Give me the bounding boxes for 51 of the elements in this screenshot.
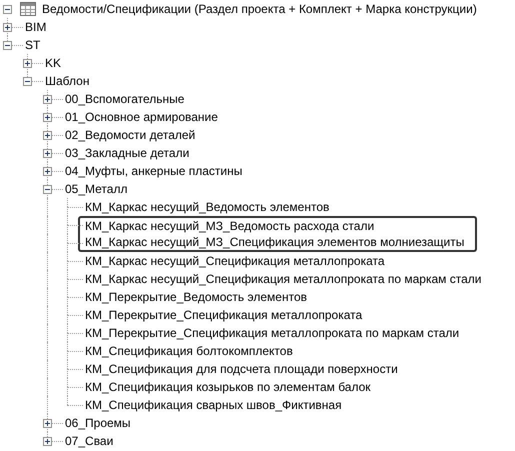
expand-toggle[interactable] (23, 77, 32, 86)
plus-icon (44, 438, 51, 445)
expand-toggle[interactable] (43, 149, 52, 158)
expand-toggle[interactable] (43, 437, 52, 446)
tree-item[interactable]: 01_Основное армирование (63, 108, 218, 126)
expand-toggle[interactable] (43, 185, 52, 194)
tree-item[interactable]: 03_Закладные детали (63, 144, 190, 162)
expand-toggle[interactable] (43, 131, 52, 140)
tree-item[interactable]: 07_Сваи (63, 432, 114, 450)
plus-icon (44, 420, 51, 427)
tree-item[interactable]: 04_Муфты, анкерные пластины (63, 162, 242, 180)
expand-toggle[interactable] (43, 419, 52, 428)
expand-toggle[interactable] (43, 95, 52, 104)
tree-item[interactable]: BIM (23, 18, 46, 36)
plus-icon (24, 60, 31, 67)
tree-item[interactable]: 02_Ведомости деталей (63, 126, 196, 144)
tree-item[interactable]: КМ_Спецификация болтокомплектов (83, 342, 293, 360)
tree-item[interactable]: КМ_Перекрытие_Ведомость элементов (83, 288, 307, 306)
tree-item[interactable]: КМ_Каркас несущий_Спецификация металлопроката (83, 252, 385, 270)
tree-item[interactable]: КМ_Перекрытие_Спецификация металлопроката по маркам стали (83, 324, 460, 342)
expand-toggle[interactable] (3, 23, 12, 32)
tree-item[interactable]: KK (43, 54, 62, 72)
tree-item[interactable]: КМ_Перекрытие_Спецификация металлопроката (83, 306, 362, 324)
expand-toggle[interactable] (23, 59, 32, 68)
plus-icon (44, 114, 51, 121)
tree-item[interactable]: 00_Вспомогательные (63, 90, 184, 108)
tree-item[interactable]: КМ_Спецификация козырьков по элементам балок (83, 378, 371, 396)
tree-item[interactable]: КМ_Каркас несущий_Спецификация металлопроката по маркам стали (83, 270, 482, 288)
expand-toggle[interactable] (43, 167, 52, 176)
plus-icon (44, 96, 51, 103)
tree-item[interactable]: ST (23, 36, 40, 54)
plus-icon (4, 24, 11, 31)
tree-item[interactable]: 05_Металл (63, 180, 128, 198)
minus-icon (44, 186, 51, 193)
minus-icon (4, 42, 11, 49)
tree-item[interactable]: КМ_Каркас несущий_МЗ_Ведомость расхода стали (78, 216, 477, 234)
expand-toggle[interactable] (3, 41, 12, 50)
plus-icon (44, 150, 51, 157)
tree-item[interactable]: Шаблон (43, 72, 90, 90)
tree-item[interactable]: 06_Проемы (63, 414, 131, 432)
expand-toggle[interactable] (43, 113, 52, 122)
tree-item[interactable]: Ведомости/Спецификации (Раздел проекта + Комплект + Марка конструкции) (40, 0, 477, 18)
tree-item[interactable]: КМ_Спецификация сварных швов_Фиктивная (83, 396, 342, 414)
tree-item[interactable]: КМ_Спецификация для подсчета площади поверхности (83, 360, 398, 378)
plus-icon (44, 168, 51, 175)
minus-icon (4, 6, 11, 13)
plus-icon (44, 132, 51, 139)
minus-icon (24, 78, 31, 85)
tree-item[interactable]: КМ_Каркас несущий_Ведомость элементов (83, 198, 330, 216)
tree-item[interactable]: КМ_Каркас несущий_МЗ_Спецификация элементов молниезащиты (78, 234, 477, 252)
expand-toggle[interactable] (3, 5, 12, 14)
